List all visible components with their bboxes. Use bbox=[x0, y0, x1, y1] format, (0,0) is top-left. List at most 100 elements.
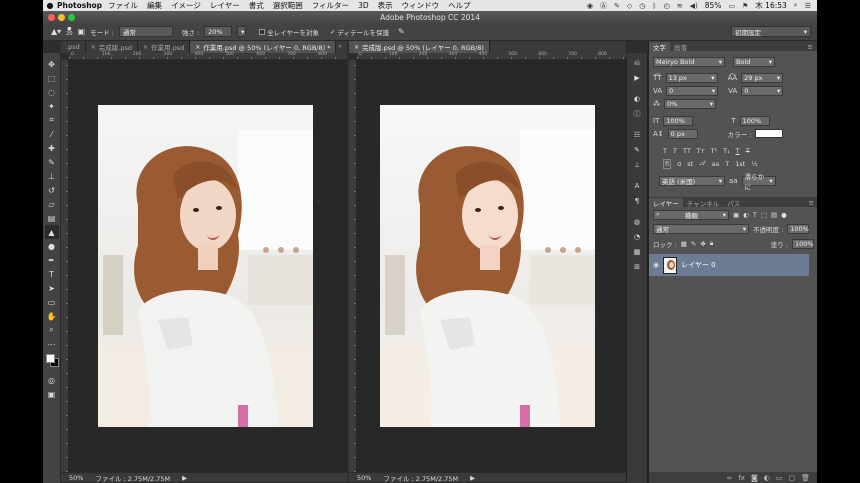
status-menu-icon[interactable]: ▶ bbox=[182, 474, 187, 482]
move-tool-icon[interactable]: ✥ bbox=[45, 57, 59, 71]
battery-percent[interactable]: 85% bbox=[705, 1, 722, 10]
new-group-icon[interactable]: ▭ bbox=[776, 474, 783, 482]
fractions-icon[interactable]: 1st bbox=[735, 160, 745, 168]
stamp-tool-icon[interactable]: ⊥ bbox=[45, 169, 59, 183]
screen-mode-icon[interactable]: ▣ bbox=[45, 387, 59, 401]
blend-mode-select[interactable]: 通常 ▾ bbox=[653, 223, 749, 234]
menu-image[interactable]: イメージ bbox=[171, 0, 201, 11]
wifi-icon[interactable]: ≋ bbox=[677, 2, 683, 10]
new-layer-icon[interactable]: ▢ bbox=[788, 474, 795, 482]
layer-name[interactable]: レイヤー 0 bbox=[681, 260, 715, 270]
dropbox-icon[interactable]: ◇ bbox=[627, 2, 632, 10]
history-panel-icon[interactable]: ⎌ bbox=[630, 57, 644, 69]
zoom-level[interactable]: 50% bbox=[357, 474, 371, 482]
lock-position-icon[interactable]: ✥ bbox=[700, 240, 705, 248]
tabs-overflow-icon[interactable]: » bbox=[338, 43, 342, 50]
right-canvas[interactable] bbox=[357, 60, 626, 472]
lasso-tool-icon[interactable]: ◌ bbox=[45, 85, 59, 99]
language-select[interactable]: 英語 (米国) ▾ bbox=[659, 175, 725, 186]
baseline-input[interactable]: 0 px bbox=[667, 128, 698, 139]
panel-menu-icon[interactable]: ≡ bbox=[808, 43, 817, 51]
faux-bold-icon[interactable]: T bbox=[663, 147, 667, 155]
sample-all-checkbox[interactable] bbox=[259, 28, 266, 35]
filter-pixel-icon[interactable]: ▣ bbox=[733, 211, 739, 219]
type-tool-icon[interactable]: T bbox=[45, 267, 59, 281]
left-canvas[interactable] bbox=[69, 60, 347, 472]
info-panel-icon[interactable]: ⓘ bbox=[630, 108, 644, 120]
visibility-eye-icon[interactable]: ◉ bbox=[653, 261, 659, 269]
tab-character[interactable]: 文字 bbox=[649, 42, 670, 52]
menu-edit[interactable]: 編集 bbox=[147, 0, 162, 11]
brush-panel-icon[interactable]: ▣ bbox=[78, 27, 86, 36]
kerning-input[interactable]: 0 ▾ bbox=[666, 85, 719, 96]
layers-panel-menu-icon[interactable]: ≡ bbox=[809, 199, 817, 207]
pen-tool-icon[interactable]: ✒ bbox=[45, 253, 59, 267]
doc-tab-1[interactable]: × 完成版.psd bbox=[85, 41, 138, 53]
leading-input[interactable]: 29 px ▾ bbox=[741, 72, 784, 83]
vertical-scale-input[interactable]: 100% bbox=[663, 115, 694, 126]
minimize-window-button[interactable] bbox=[58, 13, 65, 21]
app-menu[interactable]: Photoshop bbox=[57, 1, 102, 10]
font-style-select[interactable]: Bold ▾ bbox=[733, 56, 775, 67]
strikethrough-icon[interactable]: T bbox=[746, 147, 750, 155]
lock-all-icon[interactable]: 🔒︎ bbox=[710, 239, 713, 248]
menu-layer[interactable]: レイヤー bbox=[210, 0, 240, 11]
zoom-window-button[interactable] bbox=[68, 13, 75, 21]
blur-tool-icon[interactable]: ▲ bbox=[44, 225, 59, 239]
tab-layers[interactable]: レイヤー bbox=[649, 198, 683, 208]
path-select-tool-icon[interactable]: ➤ bbox=[45, 281, 59, 295]
contextual-icon[interactable]: σ bbox=[677, 160, 681, 168]
marquee-tool-icon[interactable]: ⬚ bbox=[45, 71, 59, 85]
libraries-panel-icon[interactable]: ▦ bbox=[630, 246, 644, 258]
all-caps-icon[interactable]: TT bbox=[683, 147, 691, 155]
filter-smart-icon[interactable]: ▤ bbox=[771, 211, 777, 219]
timemachine-icon[interactable]: ◴ bbox=[664, 2, 670, 10]
titling-icon[interactable]: aa bbox=[711, 160, 719, 168]
layer-style-icon[interactable]: fx bbox=[738, 474, 745, 482]
properties-panel-icon[interactable]: ☷ bbox=[630, 129, 644, 141]
eraser-tool-icon[interactable]: ▱ bbox=[45, 197, 59, 211]
small-caps-icon[interactable]: Tт bbox=[697, 147, 705, 155]
shape-tool-icon[interactable]: ▭ bbox=[45, 295, 59, 309]
flag-icon[interactable]: ⚑ bbox=[742, 2, 748, 10]
underline-icon[interactable]: T bbox=[736, 147, 740, 155]
status-menu-icon[interactable]: ▶ bbox=[470, 474, 475, 482]
layer-filter-select[interactable]: ⌕ 種類 ▾ bbox=[653, 209, 729, 220]
antialias-select[interactable]: 滑らかに ▾ bbox=[741, 173, 776, 191]
tracking-input[interactable]: 0 ▾ bbox=[741, 85, 784, 96]
hand-tool-icon[interactable]: ✋ bbox=[45, 309, 59, 323]
battery-icon[interactable]: ▭ bbox=[728, 2, 735, 10]
clone-source-icon[interactable]: ⊥ bbox=[630, 159, 644, 171]
quick-mask-icon[interactable]: ◎ bbox=[45, 373, 59, 387]
menu-filter[interactable]: フィルター bbox=[312, 0, 349, 11]
filter-shape-icon[interactable]: ⬚ bbox=[761, 211, 767, 219]
notification-icon[interactable]: ☰ bbox=[805, 2, 811, 10]
right-photo[interactable] bbox=[380, 105, 595, 427]
close-tab-icon[interactable]: × bbox=[195, 44, 200, 51]
menu-3d[interactable]: 3D bbox=[358, 1, 369, 10]
left-photo[interactable] bbox=[98, 105, 313, 427]
grid-panel-icon[interactable]: ⊞ bbox=[630, 261, 644, 273]
history-brush-tool-icon[interactable]: ↺ bbox=[45, 183, 59, 197]
close-tab-icon[interactable]: × bbox=[143, 44, 148, 51]
layer-row[interactable]: ◉ レイヤー 0 bbox=[649, 254, 809, 276]
brush-presets-icon[interactable]: ✎ bbox=[630, 144, 644, 156]
filter-toggle-icon[interactable]: ● bbox=[781, 211, 787, 219]
close-window-button[interactable] bbox=[48, 13, 55, 21]
volume-icon[interactable]: ◀) bbox=[690, 2, 698, 10]
menubar-clock[interactable]: 木 16:53 bbox=[755, 0, 787, 11]
font-size-input[interactable]: 13 px ▾ bbox=[665, 72, 718, 83]
adjustments-panel-icon[interactable]: ◐ bbox=[630, 93, 644, 105]
delete-layer-icon[interactable]: 🗑︎ bbox=[801, 474, 810, 482]
mode-select[interactable]: 通常 bbox=[118, 26, 173, 37]
link-layers-icon[interactable]: ∞ bbox=[727, 474, 733, 482]
menu-window[interactable]: ウィンドウ bbox=[402, 0, 440, 11]
tab-paragraph[interactable]: 段落 bbox=[670, 42, 691, 52]
superscript-icon[interactable]: T¹ bbox=[711, 147, 718, 155]
tool-preset-icon[interactable]: ▲▾ bbox=[51, 27, 61, 36]
clock-icon[interactable]: ◷ bbox=[639, 2, 645, 10]
zoom-tool-icon[interactable]: ⌕ bbox=[45, 323, 59, 337]
menu-file[interactable]: ファイル bbox=[108, 0, 138, 11]
stylistic-icon[interactable]: 𝒜 bbox=[699, 159, 705, 168]
zoom-level[interactable]: 50% bbox=[69, 474, 83, 482]
